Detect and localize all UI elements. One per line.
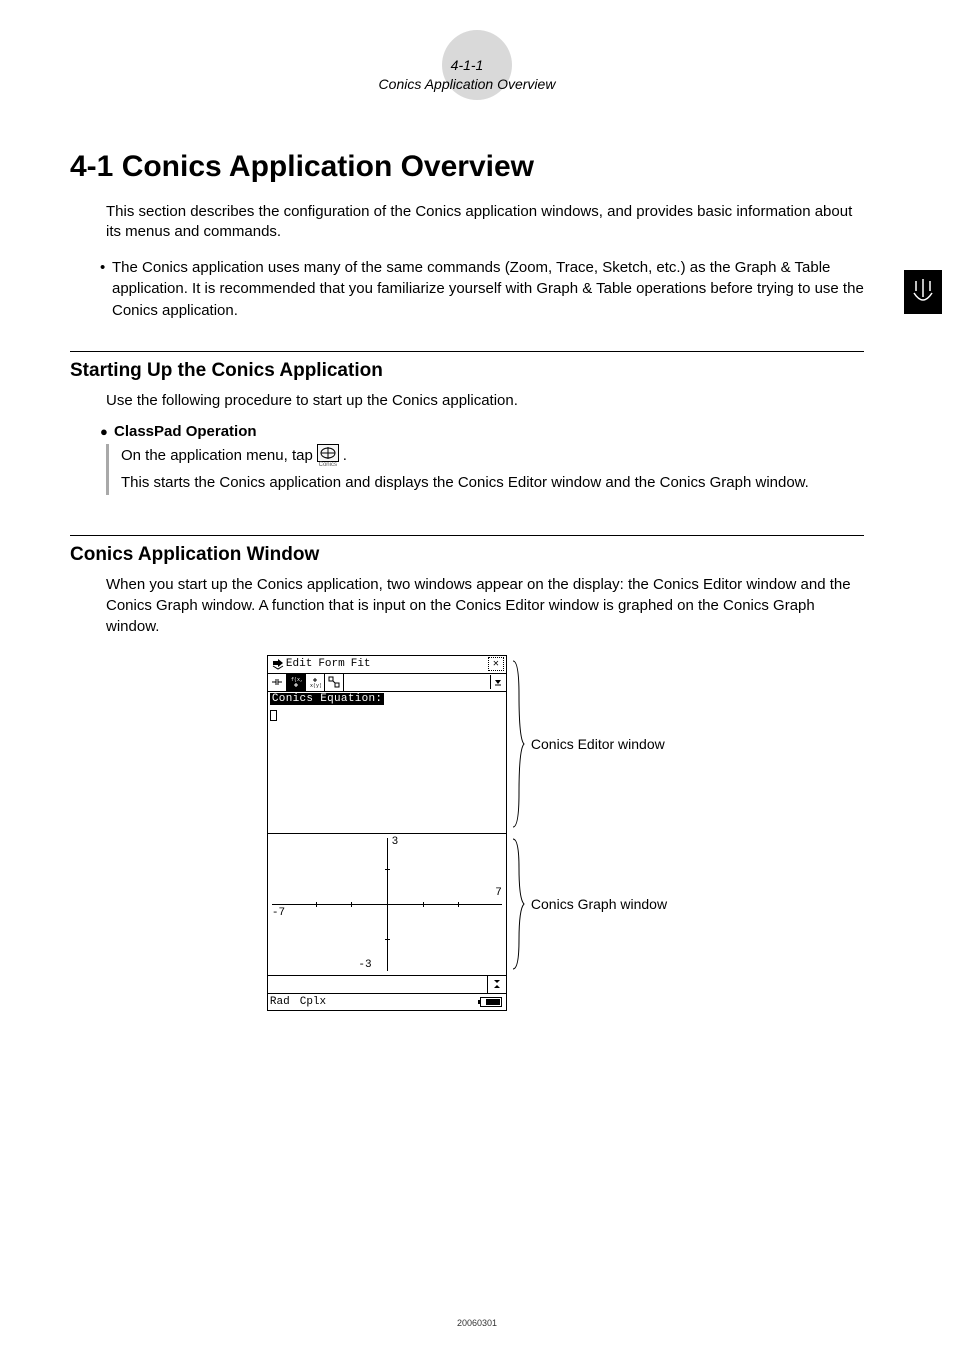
y-axis [387,838,388,971]
editor-cursor [270,710,277,721]
main-title: 4-1 Conics Application Overview [70,150,864,184]
section-rule [70,351,864,352]
section2-sub: When you start up the Conics application… [106,574,864,637]
graph-label-top: 3 [392,836,399,848]
callout-graph: Conics Graph window [511,833,667,975]
conics-app-icon: Conics [317,444,339,468]
axis-tick [423,902,424,907]
procedure-line-1: On the application menu, tap Conics . [121,444,864,468]
proc1-text-a: On the application menu, tap [121,445,313,468]
app-menu-dropdown-icon[interactable] [270,658,286,670]
classpad-op-heading: ● ClassPad Operation [100,423,864,440]
device-menubar: Edit Form Fit ✕ [268,656,506,674]
menu-fit[interactable]: Fit [351,658,371,670]
conics-graph-pane[interactable]: 3 7 -7 -3 [268,834,506,976]
brace-icon [511,833,525,975]
battery-icon [480,997,502,1007]
status-mode-rad: Rad [270,996,290,1008]
callout-graph-label: Conics Graph window [531,896,667,912]
device-input-field[interactable] [268,976,488,993]
axis-tick [385,939,390,940]
side-tab-icon [904,270,942,314]
svg-text:f(x,y): f(x,y) [291,677,302,683]
graph-label-left: -7 [272,907,285,919]
axis-tick [385,869,390,870]
conics-app-icon-label: Conics [319,462,337,468]
status-mode-cplx: Cplx [300,996,326,1008]
running-header: 4-1-1 Conics Application Overview [70,40,864,94]
conics-app-icon-glyph [317,444,339,462]
device-input-row [268,976,506,994]
device-status-bar: Rad Cplx [268,994,506,1010]
op-bullet-icon: ● [100,424,114,439]
section1-heading: Starting Up the Conics Application [70,360,864,382]
intro-paragraph: This section describes the configuration… [106,202,864,243]
toolbar-expand-icon[interactable] [490,675,506,689]
header-running-title: Conics Application Overview [70,75,864,94]
bullet-dot: • [100,257,112,321]
menu-form[interactable]: Form [318,658,344,670]
device-screenshot: Edit Form Fit ✕ f(x,y) x(y) Conics Equat… [267,655,507,1011]
svg-text:x(y): x(y) [310,683,321,688]
menu-edit[interactable]: Edit [286,658,312,670]
bullet-text: The Conics application uses many of the … [112,257,864,321]
procedure-line-2: This starts the Conics application and d… [121,472,864,495]
callout-column: Conics Editor window Conics Graph window [511,655,667,1011]
procedure-block: On the application menu, tap Conics . Th… [106,444,864,495]
section1-sub: Use the following procedure to start up … [106,390,864,411]
conics-editor-pane[interactable]: Conics Equation: [268,692,506,834]
graph-label-right: 7 [495,887,502,899]
editor-label: Conics Equation: [270,693,384,705]
callout-editor-label: Conics Editor window [531,736,665,752]
op-heading-text: ClassPad Operation [114,423,257,440]
section2-heading: Conics Application Window [70,544,864,566]
device-screenshot-group: Edit Form Fit ✕ f(x,y) x(y) Conics Equat… [70,655,864,1011]
tool-icon-4[interactable] [325,674,344,691]
graph-label-bottom: -3 [358,959,371,971]
close-icon[interactable]: ✕ [488,657,504,671]
header-page-number: 4-1-1 [70,56,864,75]
axis-tick [351,902,352,907]
section-rule-2 [70,535,864,536]
tool-icon-2-selected[interactable]: f(x,y) [287,674,306,691]
callout-editor: Conics Editor window [511,655,667,833]
bullet-note: • The Conics application uses many of th… [100,257,864,321]
brace-icon [511,655,525,833]
tool-icon-3[interactable]: x(y) [306,674,325,691]
footer-number: 20060301 [457,1318,497,1328]
axis-tick [458,902,459,907]
device-toolbar: f(x,y) x(y) [268,674,506,692]
device-exec-button[interactable] [488,976,506,993]
tool-icon-1[interactable] [268,674,287,691]
axis-tick [316,902,317,907]
proc1-text-b: . [343,445,347,468]
